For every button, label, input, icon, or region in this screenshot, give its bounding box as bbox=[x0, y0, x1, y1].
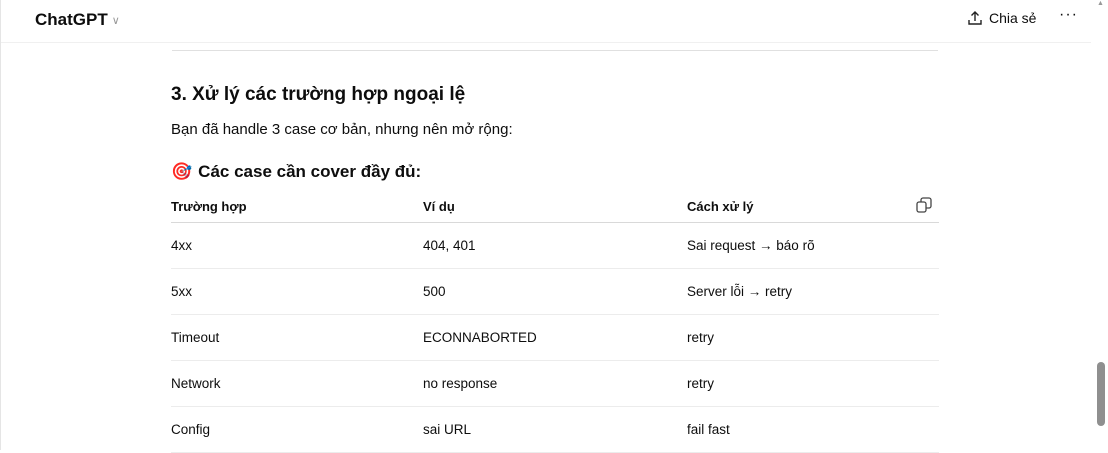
subheading: 🎯 Các case cần cover đầy đủ: bbox=[171, 162, 421, 182]
share-icon bbox=[968, 11, 982, 25]
column-header: Ví dụ bbox=[423, 198, 455, 214]
divider bbox=[172, 50, 938, 51]
table-cell: retry bbox=[687, 376, 714, 391]
model-selector[interactable]: ChatGPT ∨ bbox=[35, 10, 120, 30]
table-cell: no response bbox=[423, 376, 498, 391]
table-header: Trường hợp Ví dụ Cách xử lý bbox=[171, 190, 939, 223]
table-cell: retry bbox=[687, 330, 714, 345]
scrollbar-thumb[interactable] bbox=[1097, 362, 1105, 426]
column-header: Trường hợp bbox=[171, 198, 247, 214]
table-row: 5xx 500 Server lỗi → retry bbox=[171, 269, 939, 315]
table-row: Network no response retry bbox=[171, 361, 939, 407]
column-header: Cách xử lý bbox=[687, 198, 754, 214]
share-label: Chia sẻ bbox=[989, 10, 1037, 26]
table-cell: sai URL bbox=[423, 422, 472, 437]
window-border bbox=[0, 0, 1, 450]
table-cell: 404, 401 bbox=[423, 238, 476, 253]
scroll-up-arrow-icon[interactable]: ▲ bbox=[1097, 0, 1104, 7]
table-cell: Timeout bbox=[171, 330, 220, 345]
paragraph: Bạn đã handle 3 case cơ bản, nhưng nên m… bbox=[171, 121, 513, 138]
target-icon: 🎯 bbox=[171, 162, 193, 181]
table-cell: fail fast bbox=[687, 422, 730, 437]
table-cell: ECONNABORTED bbox=[423, 330, 537, 345]
table-row: Timeout ECONNABORTED retry bbox=[171, 315, 939, 361]
table-cell: Sai request → báo rõ bbox=[687, 238, 815, 253]
section-heading: 3. Xử lý các trường hợp ngoại lệ bbox=[171, 84, 466, 105]
share-button[interactable]: Chia sẻ bbox=[967, 10, 1036, 26]
table-row: Config sai URL fail fast bbox=[171, 407, 939, 453]
table-cell: Server lỗi → retry bbox=[687, 284, 793, 299]
table-cell: 4xx bbox=[171, 238, 193, 253]
table-row: 4xx 404, 401 Sai request → báo rõ bbox=[171, 223, 939, 269]
copy-icon bbox=[916, 197, 932, 213]
table-cell: Network bbox=[171, 376, 221, 391]
more-options-button[interactable]: ··· bbox=[1059, 6, 1078, 24]
cases-table: Trường hợp Ví dụ Cách xử lý 4xx 404, 401… bbox=[171, 190, 939, 453]
copy-table-button[interactable] bbox=[915, 196, 933, 217]
table-cell: 5xx bbox=[171, 284, 193, 299]
subheading-text: Các case cần cover đầy đủ: bbox=[198, 162, 422, 181]
table-cell: Config bbox=[171, 422, 211, 437]
top-bar: ChatGPT ∨ Chia sẻ ··· bbox=[1, 0, 1091, 43]
chevron-down-icon: ∨ bbox=[111, 14, 120, 27]
table-cell: 500 bbox=[423, 284, 446, 299]
app-title: ChatGPT bbox=[35, 10, 108, 29]
